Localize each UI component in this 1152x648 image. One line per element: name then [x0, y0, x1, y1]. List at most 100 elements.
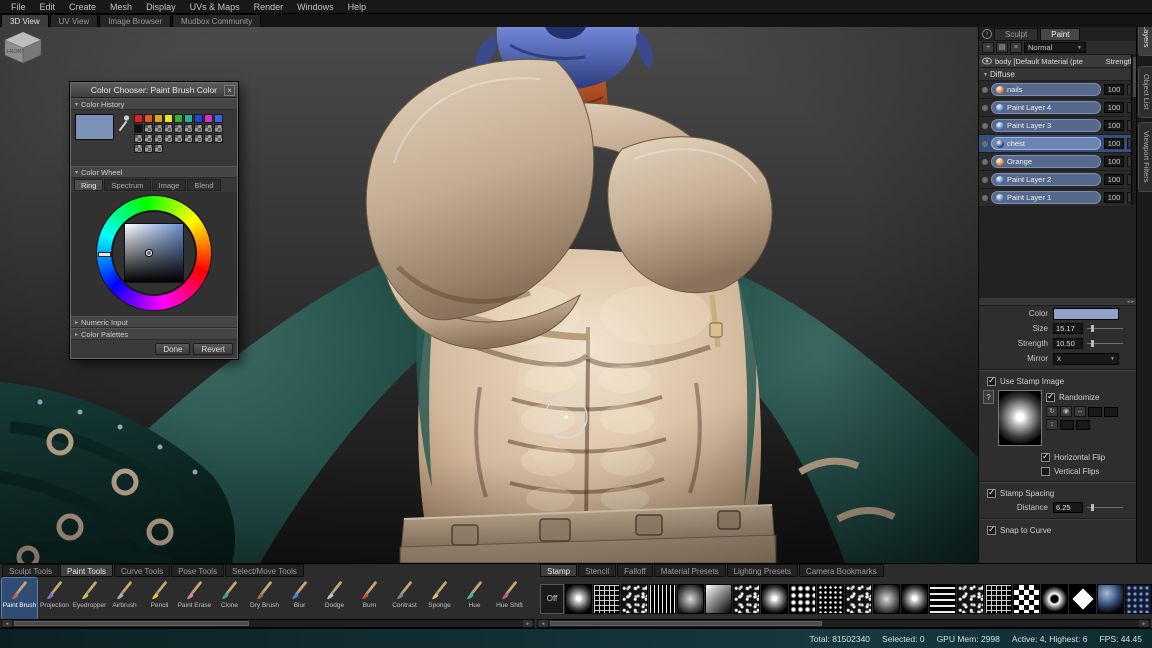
wheel-mode-tab[interactable]: Blend: [187, 179, 220, 191]
view-tab[interactable]: UV View: [50, 14, 99, 27]
stamp-thumb[interactable]: [845, 584, 872, 614]
empty-color-slot[interactable]: [214, 134, 223, 143]
history-color-swatch[interactable]: [194, 114, 203, 123]
empty-color-slot[interactable]: [184, 124, 193, 133]
empty-color-slot[interactable]: [174, 134, 183, 143]
layer-pill[interactable]: Paint Layer 2: [991, 173, 1101, 186]
randomize-checkbox[interactable]: [1046, 393, 1055, 402]
swap-horizontal-icon[interactable]: ↔: [1074, 406, 1086, 417]
stamp-thumb[interactable]: [677, 584, 704, 614]
stamp-thumb[interactable]: [705, 584, 732, 614]
paint-tool[interactable]: Pencil: [142, 578, 177, 619]
paint-tool[interactable]: Contrast: [387, 578, 422, 619]
layer-row[interactable]: Paint Layer 1 100: [979, 189, 1137, 207]
import-layer-icon[interactable]: ▤: [996, 42, 1008, 53]
empty-color-slot[interactable]: [194, 134, 203, 143]
view-tab[interactable]: 3D View: [1, 14, 49, 27]
stamp-thumb[interactable]: [929, 584, 956, 614]
mirror-dropdown[interactable]: x ▼: [1053, 353, 1119, 365]
tool-category-tab[interactable]: Curve Tools: [114, 564, 170, 577]
empty-color-slot[interactable]: [164, 124, 173, 133]
menu-item[interactable]: Create: [62, 2, 103, 12]
empty-color-slot[interactable]: [194, 124, 203, 133]
color-palettes-header[interactable]: ▸ Color Palettes: [71, 328, 237, 340]
randomize-value-box[interactable]: [1060, 420, 1074, 430]
side-panel-tab[interactable]: Viewport Filters: [1138, 122, 1152, 192]
scroll-right-icon[interactable]: ▸: [1139, 620, 1149, 627]
stamp-thumb[interactable]: [1041, 584, 1068, 614]
empty-color-slot[interactable]: [144, 124, 153, 133]
scrollbar-thumb[interactable]: [14, 621, 249, 626]
layer-pill[interactable]: chest: [991, 137, 1101, 150]
history-color-swatch[interactable]: [214, 114, 223, 123]
stamp-thumb[interactable]: [957, 584, 984, 614]
history-color-swatch[interactable]: [134, 124, 143, 133]
paint-tool[interactable]: Paint Erase: [177, 578, 212, 619]
layer-strength-value[interactable]: 100: [1104, 120, 1124, 131]
done-button[interactable]: Done: [155, 343, 190, 355]
layer-row[interactable]: Orange 100: [979, 153, 1137, 171]
stamp-thumb[interactable]: [873, 584, 900, 614]
paint-tool[interactable]: Dodge: [317, 578, 352, 619]
empty-color-slot[interactable]: [144, 144, 153, 153]
history-color-swatch[interactable]: [134, 114, 143, 123]
tray-tab[interactable]: Stamp: [540, 564, 577, 577]
vertical-flip-checkbox[interactable]: [1041, 467, 1050, 476]
hue-ring[interactable]: [97, 196, 211, 310]
paint-tool[interactable]: Paint Brush: [2, 578, 37, 619]
tray-tab[interactable]: Lighting Presets: [727, 564, 798, 577]
snap-to-curve-checkbox[interactable]: [987, 526, 996, 535]
history-color-swatch[interactable]: [154, 114, 163, 123]
randomize-value-box[interactable]: [1104, 407, 1118, 417]
empty-color-slot[interactable]: [134, 144, 143, 153]
menu-item[interactable]: File: [4, 2, 33, 12]
stamp-off-button[interactable]: Off: [540, 584, 564, 614]
paint-tool[interactable]: Burn: [352, 578, 387, 619]
stamp-thumb[interactable]: [1013, 584, 1040, 614]
layer-row[interactable]: Paint Layer 4 100: [979, 99, 1137, 117]
close-icon[interactable]: ×: [224, 85, 235, 96]
menu-item[interactable]: Help: [341, 2, 374, 12]
history-color-swatch[interactable]: [174, 114, 183, 123]
refresh-icon[interactable]: ↻: [1046, 406, 1058, 417]
menu-item[interactable]: Edit: [33, 2, 63, 12]
stamp-thumb[interactable]: [817, 584, 844, 614]
layer-visibility-dot[interactable]: [982, 87, 988, 93]
tools-scrollbar[interactable]: ◂ ▸: [1, 619, 534, 628]
layer-strength-value[interactable]: 100: [1104, 138, 1124, 149]
hue-marker[interactable]: [99, 253, 110, 256]
layer-pill[interactable]: nails: [991, 83, 1101, 96]
empty-color-slot[interactable]: [154, 134, 163, 143]
layer-visibility-dot[interactable]: [982, 105, 988, 111]
layer-visibility-dot[interactable]: [982, 177, 988, 183]
scroll-left-icon[interactable]: ◂: [1127, 299, 1130, 305]
wheel-mode-tab[interactable]: Spectrum: [104, 179, 150, 191]
paint-tool[interactable]: Hue: [457, 578, 492, 619]
layer-pill[interactable]: Paint Layer 3: [991, 119, 1101, 132]
tray-tab[interactable]: Material Presets: [654, 564, 726, 577]
stamp-thumb[interactable]: [789, 584, 816, 614]
paint-tool[interactable]: Blur: [282, 578, 317, 619]
stamp-spacing-checkbox[interactable]: [987, 489, 996, 498]
tool-category-tab[interactable]: Pose Tools: [171, 564, 224, 577]
layer-visibility-dot[interactable]: [982, 123, 988, 129]
side-panel-tab[interactable]: Object List: [1138, 66, 1152, 118]
stamp-thumb[interactable]: [649, 584, 676, 614]
layer-strength-value[interactable]: 100: [1104, 102, 1124, 113]
sv-square[interactable]: [125, 224, 183, 282]
layer-strength-value[interactable]: 100: [1104, 192, 1124, 203]
layer-group-row[interactable]: ▾ Diffuse: [979, 68, 1137, 81]
use-stamp-checkbox[interactable]: [987, 377, 996, 386]
scrollbar-thumb[interactable]: [550, 621, 822, 626]
layer-row[interactable]: Paint Layer 2 100: [979, 171, 1137, 189]
paint-tool[interactable]: Hue Shift: [492, 578, 527, 619]
paint-tool[interactable]: Sponge: [422, 578, 457, 619]
empty-color-slot[interactable]: [174, 124, 183, 133]
stamp-thumb[interactable]: [1069, 584, 1096, 614]
scroll-left-icon[interactable]: ◂: [2, 620, 12, 627]
layer-pill[interactable]: Paint Layer 4: [991, 101, 1101, 114]
paint-tool[interactable]: Projection: [37, 578, 72, 619]
stamps-scrollbar[interactable]: ◂ ▸: [537, 619, 1150, 628]
stamp-thumb[interactable]: [1125, 584, 1152, 614]
tray-tab[interactable]: Falloff: [617, 564, 653, 577]
